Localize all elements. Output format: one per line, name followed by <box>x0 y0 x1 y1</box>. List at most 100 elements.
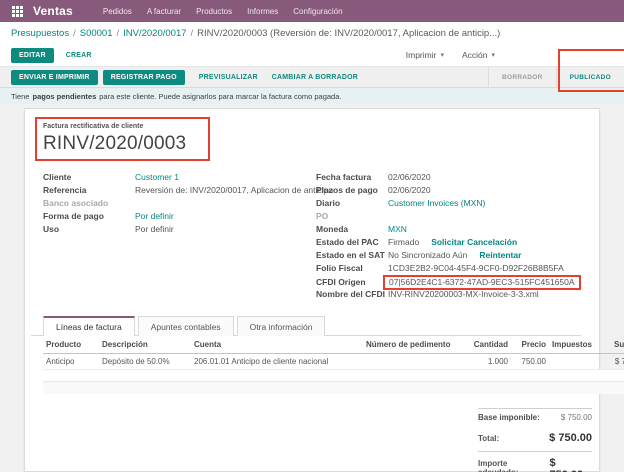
breadcrumb-s00001[interactable]: S00001 <box>80 28 113 39</box>
cell-descripcion: Depósito de 50.0% <box>99 354 191 370</box>
payment-way-link[interactable]: Por definir <box>135 210 174 223</box>
field-label: Estado del PAC <box>316 236 388 249</box>
journal-link[interactable]: Customer Invoices (MXN) <box>388 197 485 210</box>
field-value: 02/06/2020 <box>388 184 431 197</box>
action-dropdown-label: Acción <box>462 50 488 60</box>
empty-row <box>43 382 624 394</box>
breadcrumb-presupuestos[interactable]: Presupuestos <box>11 28 69 39</box>
warning-text: Tiene <box>11 92 29 101</box>
field-value: Reversión de: INV/2020/0017, Aplicacion … <box>135 184 333 197</box>
action-dropdown[interactable]: Acción ▾ <box>462 50 495 60</box>
breadcrumb-inv-2020-0017[interactable]: INV/2020/0017 <box>123 28 186 39</box>
field-cfdi-origen: CFDI Origen 07|56D2E4C1-6372-47AD-9EC3-5… <box>316 275 581 288</box>
customer-link[interactable]: Customer 1 <box>135 171 179 184</box>
field-forma-de-pago: Forma de pago Por definir <box>43 210 293 223</box>
chevron-down-icon: ▾ <box>491 51 495 59</box>
col-header-cuenta[interactable]: Cuenta <box>191 336 363 354</box>
field-label: Diario <box>316 197 388 210</box>
menu-a-facturar[interactable]: A facturar <box>147 7 181 16</box>
field-label: Fecha factura <box>316 171 388 184</box>
field-label: Referencia <box>43 184 135 197</box>
menu-informes[interactable]: Informes <box>247 7 278 16</box>
apps-grid-icon[interactable] <box>12 6 23 17</box>
amount-due-row: Importe adeudado: $ 750.00 <box>478 451 592 472</box>
cell-cantidad: 1.000 <box>467 354 511 370</box>
field-label: Forma de pago <box>43 210 135 223</box>
field-value: No Sincronizado Aún <box>388 249 467 262</box>
pending-payments-warning: Tiene pagos pendientes para este cliente… <box>0 88 624 104</box>
field-label: Plazos de pago <box>316 184 388 197</box>
form-view: Factura rectificativa de cliente RINV/20… <box>0 104 624 472</box>
retry-link[interactable]: Reintentar <box>479 249 521 262</box>
field-label: Estado en el SAT <box>316 249 388 262</box>
field-value: 02/06/2020 <box>388 171 431 184</box>
main-menu: Pedidos A facturar Productos Informes Co… <box>103 7 343 16</box>
currency-link[interactable]: MXN <box>388 223 407 236</box>
status-publicado-label: PUBLICADO <box>570 74 611 81</box>
field-value: Por definir <box>135 223 174 236</box>
breadcrumb-separator: / <box>73 28 76 39</box>
create-button[interactable]: CREAR <box>66 52 92 59</box>
invoice-lines-table: Producto Descripción Cuenta Número de pe… <box>43 336 624 394</box>
amount-due-value: $ 750.00 <box>549 457 592 472</box>
control-panel: EDITAR CREAR Imprimir ▾ Acción ▾ <box>0 44 624 66</box>
tab-apuntes-contables[interactable]: Apuntes contables <box>138 316 234 336</box>
field-plazos-de-pago: Plazos de pago 02/06/2020 <box>316 184 581 197</box>
field-fecha-factura: Fecha factura 02/06/2020 <box>316 171 581 184</box>
empty-row <box>43 370 624 382</box>
field-group-left: Cliente Customer 1 Referencia Reversión … <box>43 171 293 301</box>
menu-productos[interactable]: Productos <box>196 7 232 16</box>
register-payment-button[interactable]: REGISTRAR PAGO <box>103 70 185 85</box>
edit-button[interactable]: EDITAR <box>11 48 54 63</box>
menu-configuracion[interactable]: Configuración <box>293 7 342 16</box>
field-estado-en-el-sat: Estado en el SAT No Sincronizado Aún Rei… <box>316 249 581 262</box>
col-header-numero-de-pedimento[interactable]: Número de pedimento <box>363 336 467 354</box>
print-dropdown[interactable]: Imprimir ▾ <box>406 50 444 60</box>
total-value: $ 750.00 <box>549 432 592 444</box>
app-menu-ventas[interactable]: Ventas <box>33 4 73 18</box>
preview-button[interactable]: PREVISUALIZAR <box>199 74 258 81</box>
field-cliente: Cliente Customer 1 <box>43 171 293 184</box>
menu-pedidos[interactable]: Pedidos <box>103 7 132 16</box>
tab-lineas-de-factura[interactable]: Líneas de factura <box>43 316 135 336</box>
odoo-window: Ventas Pedidos A facturar Productos Info… <box>0 0 624 472</box>
status-borrador[interactable]: BORRADOR <box>488 67 556 87</box>
field-folio-fiscal: Folio Fiscal 1CD3E2B2-9C04-45F4-9CF0-D92… <box>316 262 581 275</box>
chevron-down-icon: ▾ <box>440 51 444 59</box>
untaxed-amount-label: Base imponible: <box>478 413 540 422</box>
annotation-box-title: Factura rectificativa de cliente RINV/20… <box>35 117 210 161</box>
field-moneda: Moneda MXN <box>316 223 581 236</box>
send-print-button[interactable]: ENVIAR E IMPRIMIR <box>11 70 98 85</box>
totals-section: Base imponible: $ 750.00 Total: $ 750.00… <box>43 408 592 472</box>
col-header-subtotal[interactable]: Subtotal <box>593 336 624 354</box>
col-header-impuestos[interactable]: Impuestos <box>549 336 593 354</box>
total-label: Total: <box>478 434 499 443</box>
col-header-producto[interactable]: Producto <box>43 336 99 354</box>
field-diario: Diario Customer Invoices (MXN) <box>316 197 581 210</box>
col-header-precio[interactable]: Precio <box>511 336 549 354</box>
breadcrumb: Presupuestos / S00001 / INV/2020/0017 / … <box>0 22 624 44</box>
cell-producto: Anticipo <box>43 354 99 370</box>
col-header-descripcion[interactable]: Descripción <box>99 336 191 354</box>
breadcrumb-current: RINV/2020/0003 (Reversión de: INV/2020/0… <box>197 28 500 39</box>
breadcrumb-separator: / <box>191 28 194 39</box>
breadcrumb-separator: / <box>117 28 120 39</box>
warning-text: para este cliente. Puede asignarlos para… <box>99 92 341 101</box>
cell-cuenta: 206.01.01 Anticipo de cliente nacional <box>191 354 363 370</box>
invoice-number: RINV/2020/0003 <box>43 133 186 155</box>
field-estado-del-pac: Estado del PAC Firmado Solicitar Cancela… <box>316 236 581 249</box>
invoice-line-row[interactable]: Anticipo Depósito de 50.0% 206.01.01 Ant… <box>43 354 624 370</box>
untaxed-amount-value: $ 750.00 <box>561 413 592 422</box>
reset-to-draft-button[interactable]: CAMBIAR A BORRADOR <box>272 74 358 81</box>
field-label: Banco asociado <box>43 197 135 210</box>
field-label: Folio Fiscal <box>316 262 388 275</box>
field-value: 1CD3E2B2-9C04-45F4-9CF0-D92F26B8B5FA <box>388 262 564 275</box>
status-publicado[interactable]: PUBLICADO <box>556 67 624 87</box>
untaxed-amount-row: Base imponible: $ 750.00 <box>478 408 592 426</box>
cell-subtotal: $ 750.00 <box>593 354 624 370</box>
col-header-cantidad[interactable]: Cantidad <box>467 336 511 354</box>
cell-precio: 750.00 <box>511 354 549 370</box>
request-cancellation-link[interactable]: Solicitar Cancelación <box>431 236 517 249</box>
tab-otra-informacion[interactable]: Otra información <box>237 316 326 336</box>
field-label: Cliente <box>43 171 135 184</box>
